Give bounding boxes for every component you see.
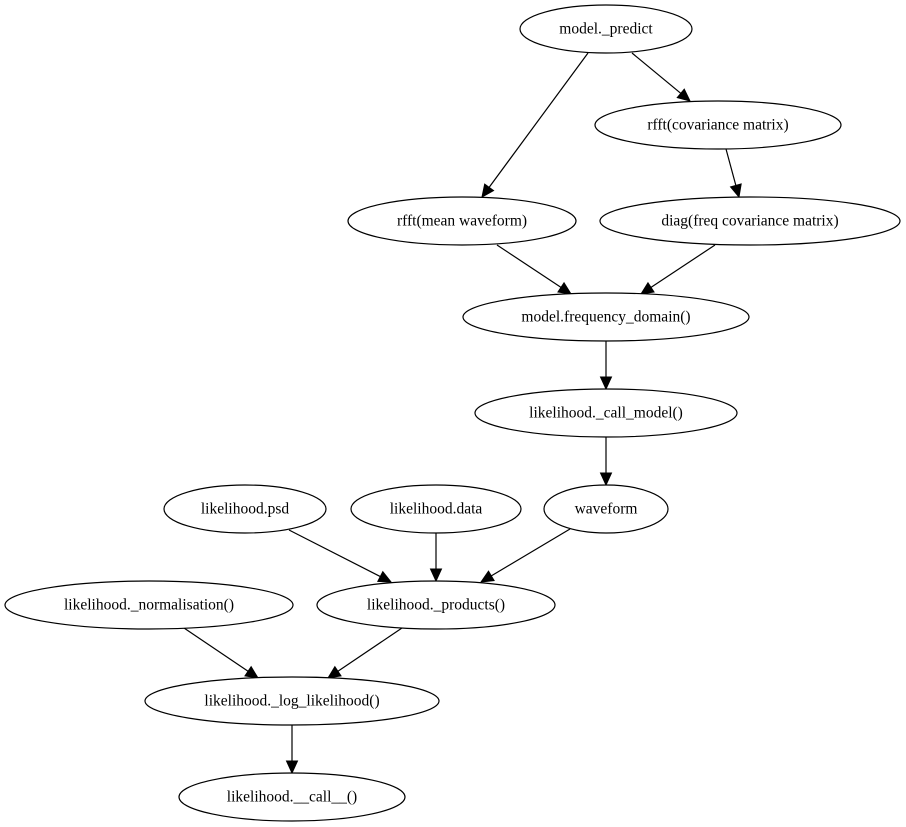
node-likelihood-log-likelihood: likelihood._log_likelihood(): [144, 676, 440, 726]
arrowhead-icon: [557, 281, 573, 295]
edge-model_freq_domain-to-likelihood_call_model: [599, 341, 613, 391]
arrowhead-icon: [479, 570, 495, 583]
arrowhead-icon: [429, 568, 443, 583]
edge-rfft_cov-to-diag_freq_cov: [725, 148, 742, 199]
arrowhead-icon: [676, 88, 691, 102]
node-model-freq-domain: model.frequency_domain(): [462, 292, 750, 342]
node-label: model._predict: [559, 21, 653, 38]
edge-line: [496, 244, 562, 288]
arrowhead-icon: [599, 472, 613, 487]
node-likelihood-call-model: likelihood._call_model(): [474, 388, 738, 438]
node-label: diag(freq covariance matrix): [661, 213, 838, 230]
edge-line: [491, 528, 571, 577]
edge-line: [725, 148, 737, 186]
edge-likelihood_products-to-likelihood_log_likelihood: [327, 627, 403, 679]
edge-likelihood_normalisation-to-likelihood_log_likelihood: [183, 627, 259, 679]
arrowhead-icon: [244, 665, 259, 679]
edge-line: [631, 52, 682, 94]
edge-line: [337, 627, 403, 672]
node-label: rfft(mean waveform): [397, 213, 527, 230]
node-label: likelihood._call_model(): [529, 405, 683, 422]
edge-line: [288, 529, 381, 578]
node-label: likelihood.__call__(): [227, 789, 357, 806]
node-label: rfft(covariance matrix): [647, 117, 788, 134]
node-label: model.frequency_domain(): [521, 309, 690, 326]
arrowhead-icon: [639, 281, 655, 295]
edge-likelihood_data-to-likelihood_products: [429, 533, 443, 583]
arrowhead-icon: [327, 665, 342, 679]
edge-diag_freq_cov-to-model_freq_domain: [639, 244, 716, 295]
node-rfft-cov: rfft(covariance matrix): [594, 100, 842, 150]
arrowhead-icon: [599, 376, 613, 391]
arrowhead-icon: [729, 183, 742, 199]
edge-line: [488, 52, 589, 188]
node-likelihood-data: likelihood.data: [350, 484, 522, 534]
node-likelihood-call: likelihood.__call__(): [178, 772, 406, 822]
arrowhead-icon: [377, 570, 393, 583]
node-likelihood-normalisation: likelihood._normalisation(): [4, 580, 294, 630]
arrowhead-icon: [285, 760, 299, 775]
edge-model_predict-to-rfft_cov: [631, 52, 691, 102]
node-rfft-mean: rfft(mean waveform): [347, 196, 577, 246]
edge-line: [650, 244, 716, 288]
edge-rfft_mean-to-model_freq_domain: [496, 244, 573, 295]
node-waveform: waveform: [543, 484, 669, 534]
edge-likelihood_log_likelihood-to-likelihood_call: [285, 725, 299, 775]
edge-waveform-to-likelihood_products: [479, 528, 571, 583]
edge-line: [183, 627, 249, 672]
dependency-graph: model._predict rfft(covariance matrix) rff…: [4, 4, 901, 822]
edge-likelihood_call_model-to-waveform: [599, 437, 613, 487]
node-label: waveform: [575, 501, 638, 518]
edge-likelihood_psd-to-likelihood_products: [288, 529, 393, 583]
node-diag-freq-cov: diag(freq covariance matrix): [599, 196, 901, 246]
node-label: likelihood._products(): [367, 597, 505, 614]
node-label: likelihood.psd: [201, 501, 290, 518]
nodes-layer: model._predict rfft(covariance matrix) rff…: [4, 4, 901, 822]
node-label: likelihood._log_likelihood(): [204, 693, 379, 710]
edge-model_predict-to-rfft_mean: [481, 52, 589, 198]
node-model-predict: model._predict: [519, 4, 693, 54]
node-likelihood-psd: likelihood.psd: [163, 484, 327, 534]
node-label: likelihood.data: [390, 501, 483, 518]
node-likelihood-products: likelihood._products(): [316, 580, 556, 630]
node-label: likelihood._normalisation(): [64, 597, 234, 614]
arrowhead-icon: [481, 183, 495, 198]
